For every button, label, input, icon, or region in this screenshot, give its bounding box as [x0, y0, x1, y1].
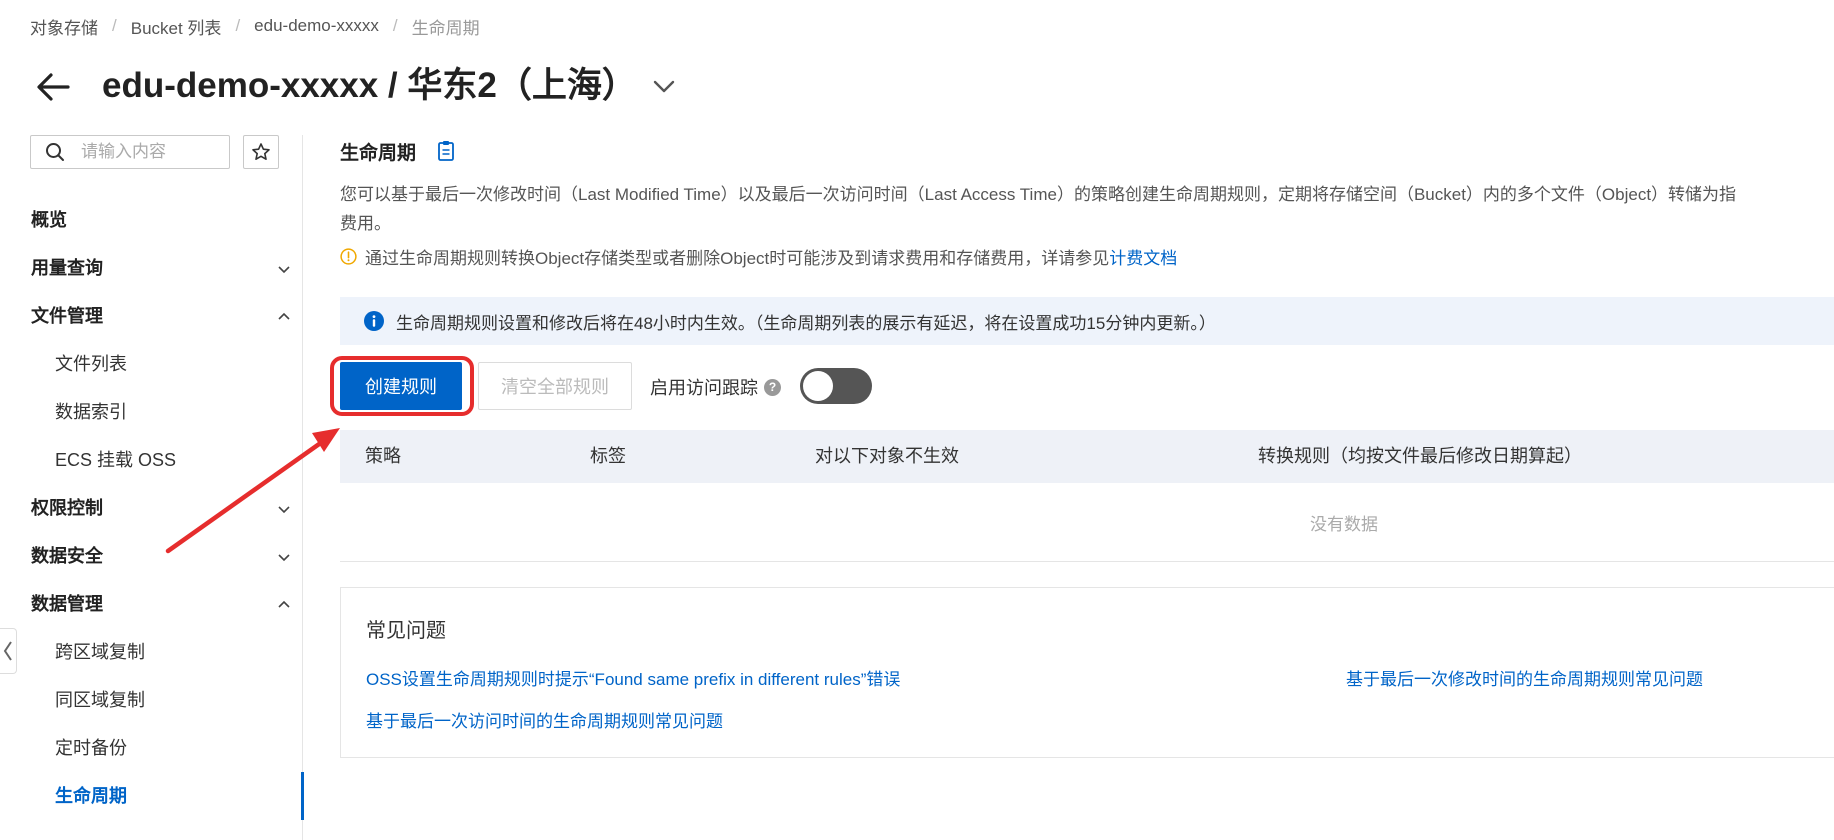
sidebar-collapse-button[interactable] — [0, 628, 17, 674]
warning-icon — [340, 248, 357, 265]
breadcrumb-separator: / — [112, 16, 117, 35]
column-header-tags: 标签 — [590, 446, 626, 466]
sidebar-item-label: 同区域复制 — [55, 690, 145, 710]
info-icon — [364, 311, 384, 331]
sidebar-item-access-control[interactable]: 权限控制 — [31, 493, 291, 523]
info-banner-text: 生命周期规则设置和修改后将在48小时内生效。（生命周期列表的展示有延迟，将在设置… — [396, 313, 1216, 333]
sidebar-item-file-management[interactable]: 文件管理 — [31, 301, 291, 331]
sidebar-item-label: 数据索引 — [55, 402, 127, 422]
sidebar-item-label: 用量查询 — [31, 258, 103, 278]
table-header: 策略 标签 对以下对象不生效 转换规则（均按文件最后修改日期算起） — [340, 430, 1834, 483]
description-text: 您可以基于最后一次修改时间（Last Modified Time）以及最后一次访… — [340, 185, 1737, 204]
sidebar-item-label: 文件管理 — [31, 306, 103, 326]
section-title: 生命周期 — [340, 143, 417, 164]
search-icon — [46, 143, 64, 161]
sidebar-item-label: 数据管理 — [31, 594, 103, 614]
sidebar-item-label: ECS 挂载 OSS — [55, 450, 177, 470]
table-body: 没有数据 — [340, 483, 1834, 562]
sidebar-item-usage[interactable]: 用量查询 — [31, 253, 291, 283]
sidebar-divider — [302, 135, 303, 840]
sidebar-item-data-security[interactable]: 数据安全 — [31, 541, 291, 571]
breadcrumb-current: 生命周期 — [411, 18, 480, 38]
sidebar-item-file-list[interactable]: 文件列表 — [55, 349, 291, 379]
billing-doc-link[interactable]: 计费文档 — [1109, 244, 1177, 269]
chevron-left-icon — [3, 641, 12, 661]
sidebar-item-cross-region-replication[interactable]: 跨区域复制 — [55, 637, 291, 667]
chevron-down-icon — [278, 554, 290, 562]
toggle-knob — [803, 371, 833, 401]
chevron-up-icon — [278, 312, 290, 320]
chevron-down-icon[interactable] — [650, 72, 678, 100]
breadcrumb-bucket-list[interactable]: Bucket 列表 — [131, 14, 222, 39]
page-title: edu-demo-xxxxx / 华东2（上海） — [102, 66, 637, 105]
create-rule-button[interactable]: 创建规则 — [340, 362, 462, 410]
chevron-down-icon — [278, 506, 290, 514]
document-icon[interactable] — [436, 140, 456, 162]
warning-text: 通过生命周期规则转换Object存储类型或者删除Object时可能涉及到请求费用… — [365, 249, 1110, 268]
sidebar-item-same-region-replication[interactable]: 同区域复制 — [55, 685, 291, 715]
column-header-transition-rules: 转换规则（均按文件最后修改日期算起） — [1258, 446, 1582, 466]
breadcrumb: 对象存储 / Bucket 列表 / edu-demo-xxxxx / 生命周期 — [30, 14, 480, 38]
sidebar-item-data-index[interactable]: 数据索引 — [55, 397, 291, 427]
description-text-continued: 费用。 — [340, 214, 391, 233]
sidebar-item-overview[interactable]: 概览 — [31, 205, 291, 235]
access-tracking-toggle[interactable] — [800, 368, 872, 404]
empty-state-text: 没有数据 — [1310, 515, 1378, 534]
faq-link[interactable]: OSS设置生命周期规则时提示“Found same prefix in diff… — [366, 665, 900, 690]
chevron-down-icon — [278, 266, 290, 274]
access-tracking-label: 启用访问跟踪 ? — [650, 374, 781, 400]
breadcrumb-separator: / — [392, 16, 398, 35]
faq-card: 常见问题 OSS设置生命周期规则时提示“Found same prefix in… — [340, 587, 1834, 758]
star-icon — [252, 143, 270, 160]
chevron-up-icon — [278, 600, 290, 608]
breadcrumb-separator: / — [235, 16, 241, 35]
faq-link[interactable]: 基于最后一次访问时间的生命周期规则常见问题 — [366, 707, 723, 732]
toggle-label-text: 启用访问跟踪 — [650, 378, 758, 398]
sidebar-item-label: 概览 — [31, 210, 67, 230]
sidebar-item-label: 权限控制 — [31, 498, 103, 518]
sidebar-item-scheduled-backup[interactable]: 定时备份 — [55, 733, 291, 763]
sidebar-item-lifecycle[interactable]: 生命周期 — [55, 781, 291, 811]
faq-title: 常见问题 — [366, 620, 446, 642]
sidebar-item-label: 生命周期 — [55, 786, 127, 806]
column-header-policy: 策略 — [365, 446, 401, 466]
billing-warning: 通过生命周期规则转换Object存储类型或者删除Object时可能涉及到请求费用… — [340, 244, 1177, 269]
sidebar-item-label: 数据安全 — [31, 546, 103, 566]
sidebar-item-label: 文件列表 — [55, 354, 127, 374]
clear-all-rules-button: 清空全部规则 — [478, 362, 632, 410]
sidebar-item-data-management[interactable]: 数据管理 — [31, 589, 291, 619]
favorite-button[interactable] — [243, 135, 279, 169]
sidebar-search-input[interactable] — [79, 141, 223, 163]
active-indicator — [301, 772, 304, 820]
column-header-excluded-objects: 对以下对象不生效 — [815, 446, 959, 466]
sidebar-search — [30, 135, 230, 169]
back-arrow-icon[interactable] — [32, 66, 74, 108]
faq-link[interactable]: 基于最后一次修改时间的生命周期规则常见问题 — [1346, 665, 1703, 690]
sidebar-item-ecs-mount[interactable]: ECS 挂载 OSS — [55, 445, 291, 475]
sidebar-item-label: 定时备份 — [55, 738, 127, 758]
help-icon[interactable]: ? — [764, 378, 781, 396]
breadcrumb-bucket[interactable]: edu-demo-xxxxx — [254, 16, 379, 36]
info-banner: 生命周期规则设置和修改后将在48小时内生效。（生命周期列表的展示有延迟，将在设置… — [340, 297, 1834, 345]
sidebar-item-label: 跨区域复制 — [55, 642, 145, 662]
breadcrumb-object-storage[interactable]: 对象存储 — [30, 14, 98, 39]
